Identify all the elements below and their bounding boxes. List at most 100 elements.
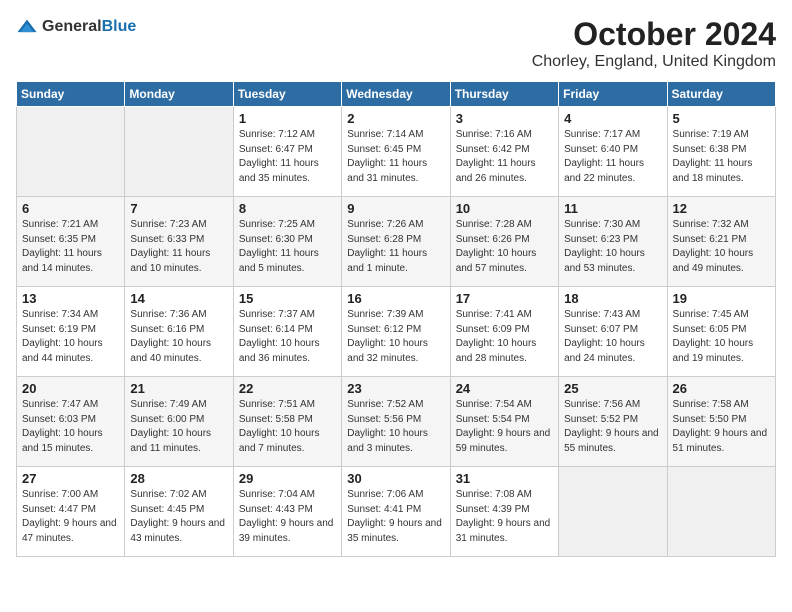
sunrise-text: Sunrise: 7:39 AM — [347, 308, 444, 323]
logo-icon — [16, 16, 38, 38]
day-info: Sunrise: 7:56 AMSunset: 5:52 PMDaylight:… — [564, 398, 661, 456]
day-number: 4 — [564, 111, 661, 126]
sunrise-text: Sunrise: 7:51 AM — [239, 398, 336, 413]
daylight-text: Daylight: 10 hours and 11 minutes. — [130, 427, 227, 456]
daylight-text: Daylight: 9 hours and 47 minutes. — [22, 517, 119, 546]
sunset-text: Sunset: 6:40 PM — [564, 143, 661, 158]
calendar-cell: 27Sunrise: 7:00 AMSunset: 4:47 PMDayligh… — [17, 467, 125, 557]
sunset-text: Sunset: 6:00 PM — [130, 413, 227, 428]
sunrise-text: Sunrise: 7:06 AM — [347, 488, 444, 503]
calendar-week-row: 6Sunrise: 7:21 AMSunset: 6:35 PMDaylight… — [17, 197, 776, 287]
calendar-cell: 8Sunrise: 7:25 AMSunset: 6:30 PMDaylight… — [233, 197, 341, 287]
calendar-cell: 22 Sunrise: 7:51 AMSunset: 5:58 PMDayligh… — [233, 377, 341, 467]
daylight-text: Daylight: 10 hours and 57 minutes. — [456, 247, 553, 276]
day-info: Sunrise: 7:23 AMSunset: 6:33 PMDaylight:… — [130, 218, 227, 276]
day-info: Sunrise: 7:12 AMSunset: 6:47 PMDaylight:… — [239, 128, 336, 186]
calendar-cell: 20Sunrise: 7:47 AMSunset: 6:03 PMDayligh… — [17, 377, 125, 467]
calendar-cell: 5Sunrise: 7:19 AMSunset: 6:38 PMDaylight… — [667, 107, 775, 197]
col-wednesday: Wednesday — [342, 82, 450, 107]
calendar-cell: 12Sunrise: 7:32 AMSunset: 6:21 PMDayligh… — [667, 197, 775, 287]
col-friday: Friday — [559, 82, 667, 107]
daylight-text: Daylight: 10 hours and 28 minutes. — [456, 337, 553, 366]
calendar-cell: 24Sunrise: 7:54 AMSunset: 5:54 PMDayligh… — [450, 377, 558, 467]
day-info: Sunrise: 7:41 AMSunset: 6:09 PMDaylight:… — [456, 308, 553, 366]
sunset-text: Sunset: 6:45 PM — [347, 143, 444, 158]
daylight-text: Daylight: 11 hours and 31 minutes. — [347, 157, 444, 186]
day-number: 30 — [347, 471, 444, 486]
sunset-text: Sunset: 6:28 PM — [347, 233, 444, 248]
day-number: 26 — [673, 381, 770, 396]
sunset-text: Sunset: 6:14 PM — [239, 323, 336, 338]
day-number: 2 — [347, 111, 444, 126]
calendar-cell: 7 Sunrise: 7:23 AMSunset: 6:33 PMDaylight… — [125, 197, 233, 287]
sunset-text: Sunset: 6:05 PM — [673, 323, 770, 338]
sunrise-text: Sunrise: 7:47 AM — [22, 398, 119, 413]
sunset-text: Sunset: 6:38 PM — [673, 143, 770, 158]
day-number: 5 — [673, 111, 770, 126]
day-info: Sunrise: 7:30 AMSunset: 6:23 PMDaylight:… — [564, 218, 661, 276]
sunset-text: Sunset: 6:16 PM — [130, 323, 227, 338]
sunrise-text: Sunrise: 7:16 AM — [456, 128, 553, 143]
calendar-header: Sunday Monday Tuesday Wednesday Thursday… — [17, 82, 776, 107]
calendar-cell: 9Sunrise: 7:26 AMSunset: 6:28 PMDaylight… — [342, 197, 450, 287]
daylight-text: Daylight: 11 hours and 10 minutes. — [130, 247, 227, 276]
day-number: 19 — [673, 291, 770, 306]
col-thursday: Thursday — [450, 82, 558, 107]
calendar-cell: 19 Sunrise: 7:45 AMSunset: 6:05 PMDayligh… — [667, 287, 775, 377]
day-number: 20 — [22, 381, 119, 396]
daylight-text: Daylight: 10 hours and 24 minutes. — [564, 337, 661, 366]
day-number: 24 — [456, 381, 553, 396]
day-number: 22 — [239, 381, 336, 396]
day-number: 21 — [130, 381, 227, 396]
day-number: 12 — [673, 201, 770, 216]
sunset-text: Sunset: 6:21 PM — [673, 233, 770, 248]
sunrise-text: Sunrise: 7:23 AM — [130, 218, 227, 233]
calendar-cell — [17, 107, 125, 197]
col-monday: Monday — [125, 82, 233, 107]
daylight-text: Daylight: 10 hours and 19 minutes. — [673, 337, 770, 366]
daylight-text: Daylight: 9 hours and 31 minutes. — [456, 517, 553, 546]
daylight-text: Daylight: 10 hours and 53 minutes. — [564, 247, 661, 276]
day-number: 13 — [22, 291, 119, 306]
sunrise-text: Sunrise: 7:54 AM — [456, 398, 553, 413]
calendar-cell: 17Sunrise: 7:41 AMSunset: 6:09 PMDayligh… — [450, 287, 558, 377]
sunrise-text: Sunrise: 7:12 AM — [239, 128, 336, 143]
day-info: Sunrise: 7:08 AMSunset: 4:39 PMDaylight:… — [456, 488, 553, 546]
daylight-text: Daylight: 11 hours and 18 minutes. — [673, 157, 770, 186]
sunrise-text: Sunrise: 7:45 AM — [673, 308, 770, 323]
day-number: 31 — [456, 471, 553, 486]
sunrise-text: Sunrise: 7:43 AM — [564, 308, 661, 323]
day-number: 3 — [456, 111, 553, 126]
day-info: Sunrise: 7:51 AMSunset: 5:58 PMDaylight:… — [239, 398, 336, 456]
sunset-text: Sunset: 5:50 PM — [673, 413, 770, 428]
calendar-body: 1 Sunrise: 7:12 AMSunset: 6:47 PMDaylight… — [17, 107, 776, 557]
month-title: October 2024 — [532, 16, 776, 53]
day-info: Sunrise: 7:36 AMSunset: 6:16 PMDaylight:… — [130, 308, 227, 366]
calendar-cell: 26 Sunrise: 7:58 AMSunset: 5:50 PMDayligh… — [667, 377, 775, 467]
day-info: Sunrise: 7:28 AMSunset: 6:26 PMDaylight:… — [456, 218, 553, 276]
day-info: Sunrise: 7:39 AMSunset: 6:12 PMDaylight:… — [347, 308, 444, 366]
daylight-text: Daylight: 11 hours and 1 minute. — [347, 247, 444, 276]
day-number: 29 — [239, 471, 336, 486]
header-row: Sunday Monday Tuesday Wednesday Thursday… — [17, 82, 776, 107]
sunrise-text: Sunrise: 7:37 AM — [239, 308, 336, 323]
daylight-text: Daylight: 9 hours and 51 minutes. — [673, 427, 770, 456]
daylight-text: Daylight: 10 hours and 32 minutes. — [347, 337, 444, 366]
day-number: 6 — [22, 201, 119, 216]
calendar-table: Sunday Monday Tuesday Wednesday Thursday… — [16, 81, 776, 557]
day-info: Sunrise: 7:43 AMSunset: 6:07 PMDaylight:… — [564, 308, 661, 366]
calendar-cell: 31 Sunrise: 7:08 AMSunset: 4:39 PMDayligh… — [450, 467, 558, 557]
day-number: 1 — [239, 111, 336, 126]
day-info: Sunrise: 7:37 AMSunset: 6:14 PMDaylight:… — [239, 308, 336, 366]
sunrise-text: Sunrise: 7:58 AM — [673, 398, 770, 413]
daylight-text: Daylight: 10 hours and 44 minutes. — [22, 337, 119, 366]
daylight-text: Daylight: 11 hours and 14 minutes. — [22, 247, 119, 276]
day-number: 7 — [130, 201, 227, 216]
day-info: Sunrise: 7:34 AMSunset: 6:19 PMDaylight:… — [22, 308, 119, 366]
logo-general: General — [42, 18, 102, 35]
calendar-cell: 10Sunrise: 7:28 AMSunset: 6:26 PMDayligh… — [450, 197, 558, 287]
page-header: GeneralBlue October 2024 Chorley, Englan… — [16, 16, 776, 71]
calendar-cell: 23Sunrise: 7:52 AMSunset: 5:56 PMDayligh… — [342, 377, 450, 467]
sunrise-text: Sunrise: 7:25 AM — [239, 218, 336, 233]
sunset-text: Sunset: 4:43 PM — [239, 503, 336, 518]
